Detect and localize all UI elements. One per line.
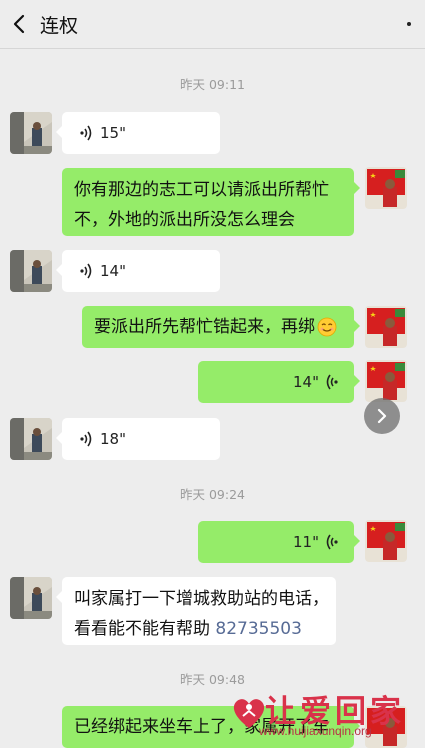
- text-message[interactable]: 叫家属打一下增城救助站的电话， 看看能不能有帮助 82735503: [56, 577, 336, 645]
- contact-avatar[interactable]: [10, 250, 52, 292]
- voice-duration: 14": [100, 262, 126, 280]
- self-photo: [365, 306, 407, 348]
- message-line: 要派出所先帮忙锆起来，再绑: [94, 317, 315, 337]
- watermark-logo: 让爱回家 www.huijiaxunqin.org: [225, 684, 425, 744]
- contact-photo: [10, 577, 52, 619]
- self-photo: [365, 167, 407, 209]
- voice-wave-icon: [326, 534, 338, 550]
- message-line: 看看能不能有帮助: [74, 619, 210, 639]
- message-line: 叫家属打一下增城救助站的电话，: [74, 589, 329, 609]
- chevron-left-icon: [13, 14, 25, 34]
- smile-emoji-icon: [317, 317, 337, 337]
- voice-message[interactable]: 11": [198, 521, 360, 563]
- voice-message[interactable]: 15": [56, 112, 220, 154]
- contact-avatar[interactable]: [10, 577, 52, 619]
- my-avatar[interactable]: [365, 167, 407, 209]
- chat-title: 连权: [40, 15, 79, 37]
- more-dots-icon: [407, 22, 411, 26]
- timestamp: 昨天 09:11: [180, 77, 245, 92]
- voice-message[interactable]: 14": [198, 361, 360, 403]
- message-line: 你有那边的志工可以请派出所帮忙: [74, 180, 329, 200]
- message-line-wrap: 要派出所先帮忙锆起来，再绑: [94, 311, 344, 343]
- contact-photo: [10, 112, 52, 154]
- voice-duration: 18": [100, 430, 126, 448]
- my-avatar[interactable]: [365, 360, 407, 402]
- voice-wave-icon: [80, 263, 92, 279]
- voice-wave-icon: [326, 374, 338, 390]
- chat-header: 连权: [0, 0, 425, 49]
- more-options-button[interactable]: [397, 10, 421, 38]
- contact-photo: [10, 250, 52, 292]
- message-line-wrap: 看看能不能有帮助 82735503: [74, 613, 326, 645]
- chevron-right-icon: [377, 408, 387, 424]
- message-line: 不，外地的派出所没怎么理会: [74, 210, 295, 230]
- voice-wave-icon: [80, 125, 92, 141]
- voice-duration: 15": [100, 124, 126, 142]
- text-message[interactable]: 你有那边的志工可以请派出所帮忙 不，外地的派出所没怎么理会: [62, 168, 360, 236]
- my-avatar[interactable]: [365, 306, 407, 348]
- voice-duration: 14": [293, 373, 319, 391]
- contact-photo: [10, 418, 52, 460]
- voice-message[interactable]: 18": [56, 418, 220, 460]
- next-arrow-button[interactable]: [364, 398, 400, 434]
- watermark-url: www.huijiaxunqin.org: [259, 724, 372, 738]
- contact-avatar[interactable]: [10, 112, 52, 154]
- voice-wave-icon: [80, 431, 92, 447]
- self-photo: [365, 360, 407, 402]
- voice-duration: 11": [293, 533, 319, 551]
- self-photo: [365, 520, 407, 562]
- my-avatar[interactable]: [365, 520, 407, 562]
- text-message[interactable]: 要派出所先帮忙锆起来，再绑: [82, 306, 360, 348]
- timestamp: 昨天 09:24: [180, 487, 245, 502]
- back-button[interactable]: [4, 8, 34, 40]
- contact-avatar[interactable]: [10, 418, 52, 460]
- voice-message[interactable]: 14": [56, 250, 220, 292]
- phone-number-link[interactable]: 82735503: [215, 619, 302, 639]
